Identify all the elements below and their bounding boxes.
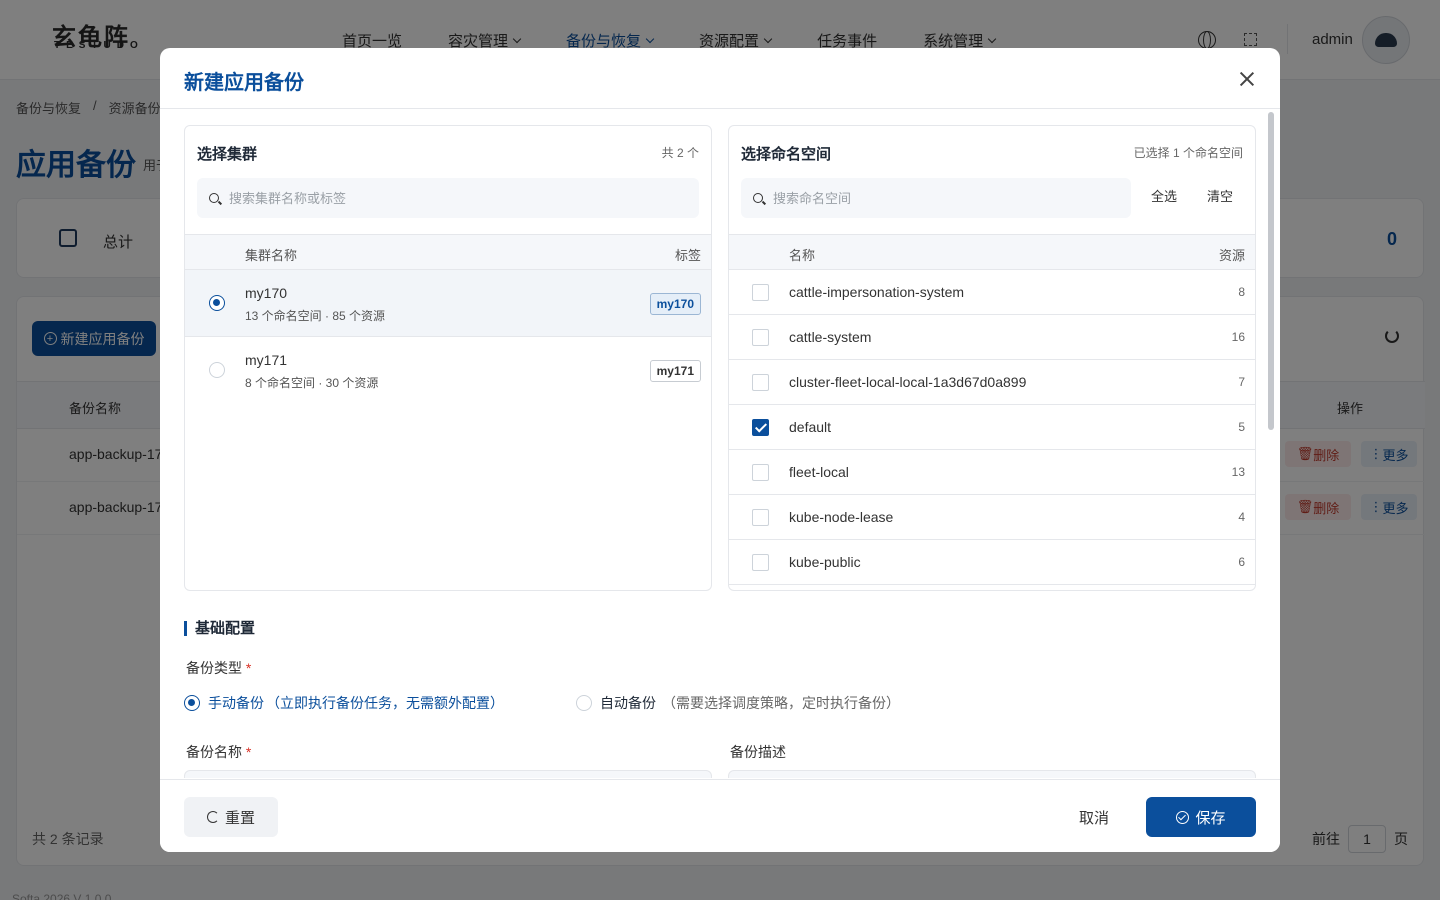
checkbox[interactable]: [752, 509, 769, 526]
scrollbar[interactable]: [1268, 112, 1274, 430]
backup-name-text: 备份名称: [186, 744, 242, 760]
column-header-resources: 资源: [1218, 248, 1245, 263]
cluster-search-input[interactable]: [229, 190, 629, 206]
namespace-resource-count: 7: [1238, 375, 1245, 389]
namespace-panel: 选择命名空间 已选择 1 个命名空间 全选 清空 名称 资源 cattle-im…: [728, 125, 1256, 591]
backup-desc-input[interactable]: [728, 770, 1256, 778]
column-header-namespace-name: 名称: [789, 248, 816, 263]
checkbox[interactable]: [752, 329, 769, 346]
cluster-name: my171: [245, 352, 288, 368]
cluster-list-header: 集群名称 标签: [185, 234, 711, 270]
namespace-row[interactable]: kube-node-lease 4: [729, 495, 1255, 540]
cancel-button[interactable]: 取消: [1064, 797, 1124, 837]
namespace-name: kube-node-lease: [789, 509, 894, 525]
column-header-tag: 标签: [674, 248, 701, 263]
backup-name-label: 备份名称 *: [186, 742, 251, 762]
namespace-resource-count: 8: [1238, 285, 1245, 299]
namespace-name: default: [789, 419, 832, 435]
namespace-row[interactable]: fleet-local 13: [729, 450, 1255, 495]
section-title-basic: 基础配置: [184, 621, 255, 636]
namespace-list-header: 名称 资源: [729, 234, 1255, 270]
manual-backup-hint: （立即执行备份任务，无需额外配置）: [266, 695, 504, 711]
dialog-footer: 重置 取消 保存: [160, 779, 1280, 852]
manual-backup-option[interactable]: 手动备份 （立即执行备份任务，无需额外配置）: [184, 693, 504, 713]
refresh-icon: [206, 811, 219, 823]
namespace-row[interactable]: cattle-impersonation-system 8: [729, 270, 1255, 315]
auto-backup-option[interactable]: 自动备份 （需要选择调度策略，定时执行备份）: [576, 693, 900, 713]
checkbox[interactable]: [752, 374, 769, 391]
namespace-selected-count: 已选择 1 个命名空间: [1133, 146, 1243, 160]
search-icon: [753, 193, 763, 203]
cluster-count: 共 2 个: [661, 146, 699, 160]
backup-type-text: 备份类型: [186, 660, 242, 676]
namespace-row[interactable]: default 5: [729, 405, 1255, 450]
radio-button-checked[interactable]: [184, 695, 200, 711]
radio-button-checked[interactable]: [209, 295, 225, 311]
dialog-title: 新建应用备份: [184, 72, 304, 94]
cluster-desc: 8 个命名空间 · 30 个资源: [245, 376, 379, 390]
namespace-panel-title: 选择命名空间: [741, 146, 832, 163]
close-icon[interactable]: [1238, 70, 1256, 88]
dialog-header: 新建应用备份: [160, 48, 1280, 109]
namespace-name: cluster-fleet-local-local-1a3d67d0a899: [789, 374, 1027, 390]
reset-button[interactable]: 重置: [184, 797, 278, 837]
new-app-backup-dialog: 新建应用备份 选择集群 共 2 个 集群名称 标签 my170 13 个命名空间…: [160, 48, 1280, 852]
save-label: 保存: [1195, 809, 1226, 827]
namespace-search: [741, 178, 1131, 218]
namespace-resource-count: 13: [1231, 465, 1245, 479]
radio-button[interactable]: [209, 362, 225, 378]
reset-label: 重置: [224, 809, 255, 827]
required-mark: *: [245, 744, 252, 760]
namespace-resource-count: 6: [1238, 555, 1245, 569]
cluster-search: [197, 178, 699, 218]
cluster-tag: my171: [649, 360, 701, 382]
checkbox-checked[interactable]: [752, 419, 769, 436]
auto-backup-label: 自动备份: [600, 695, 656, 711]
checkbox[interactable]: [752, 284, 769, 301]
save-button[interactable]: 保存: [1146, 797, 1256, 837]
namespace-name: cattle-impersonation-system: [789, 284, 965, 300]
namespace-search-input[interactable]: [773, 190, 1103, 206]
namespace-name: fleet-local: [789, 464, 849, 480]
namespace-resource-count: 16: [1231, 330, 1245, 344]
namespace-resource-count: 4: [1238, 510, 1245, 524]
namespace-row[interactable]: cattle-system 16: [729, 315, 1255, 360]
cluster-panel-title: 选择集群: [197, 146, 258, 163]
namespace-resource-count: 5: [1238, 420, 1245, 434]
manual-backup-label: 手动备份: [208, 695, 264, 711]
cluster-panel: 选择集群 共 2 个 集群名称 标签 my170 13 个命名空间 · 85 个…: [184, 125, 712, 591]
namespace-name: cattle-system: [789, 329, 872, 345]
dialog-body: 选择集群 共 2 个 集群名称 标签 my170 13 个命名空间 · 85 个…: [160, 110, 1280, 778]
column-header-cluster-name: 集群名称: [245, 248, 298, 263]
backup-name-input[interactable]: [184, 770, 712, 778]
cluster-name: my170: [245, 285, 288, 301]
cluster-tag: my170: [649, 293, 701, 315]
cluster-desc: 13 个命名空间 · 85 个资源: [245, 309, 386, 323]
backup-desc-label: 备份描述: [730, 744, 786, 760]
radio-button[interactable]: [576, 695, 592, 711]
checkbox[interactable]: [752, 464, 769, 481]
cluster-row[interactable]: my170 13 个命名空间 · 85 个资源 my170: [185, 270, 711, 337]
required-mark: *: [245, 660, 252, 676]
namespace-row[interactable]: cluster-fleet-local-local-1a3d67d0a899 7: [729, 360, 1255, 405]
checkbox[interactable]: [752, 554, 769, 571]
select-all-button[interactable]: 全选: [1151, 186, 1177, 205]
search-icon: [209, 193, 219, 203]
namespace-name: kube-public: [789, 554, 861, 570]
backup-type-label: 备份类型 *: [186, 658, 251, 678]
auto-backup-hint: （需要选择调度策略，定时执行备份）: [662, 695, 900, 711]
namespace-row[interactable]: kube-public 6: [729, 540, 1255, 585]
cluster-row[interactable]: my171 8 个命名空间 · 30 个资源 my171: [185, 337, 711, 404]
clear-button[interactable]: 清空: [1207, 186, 1233, 205]
check-circle-icon: [1176, 810, 1190, 824]
